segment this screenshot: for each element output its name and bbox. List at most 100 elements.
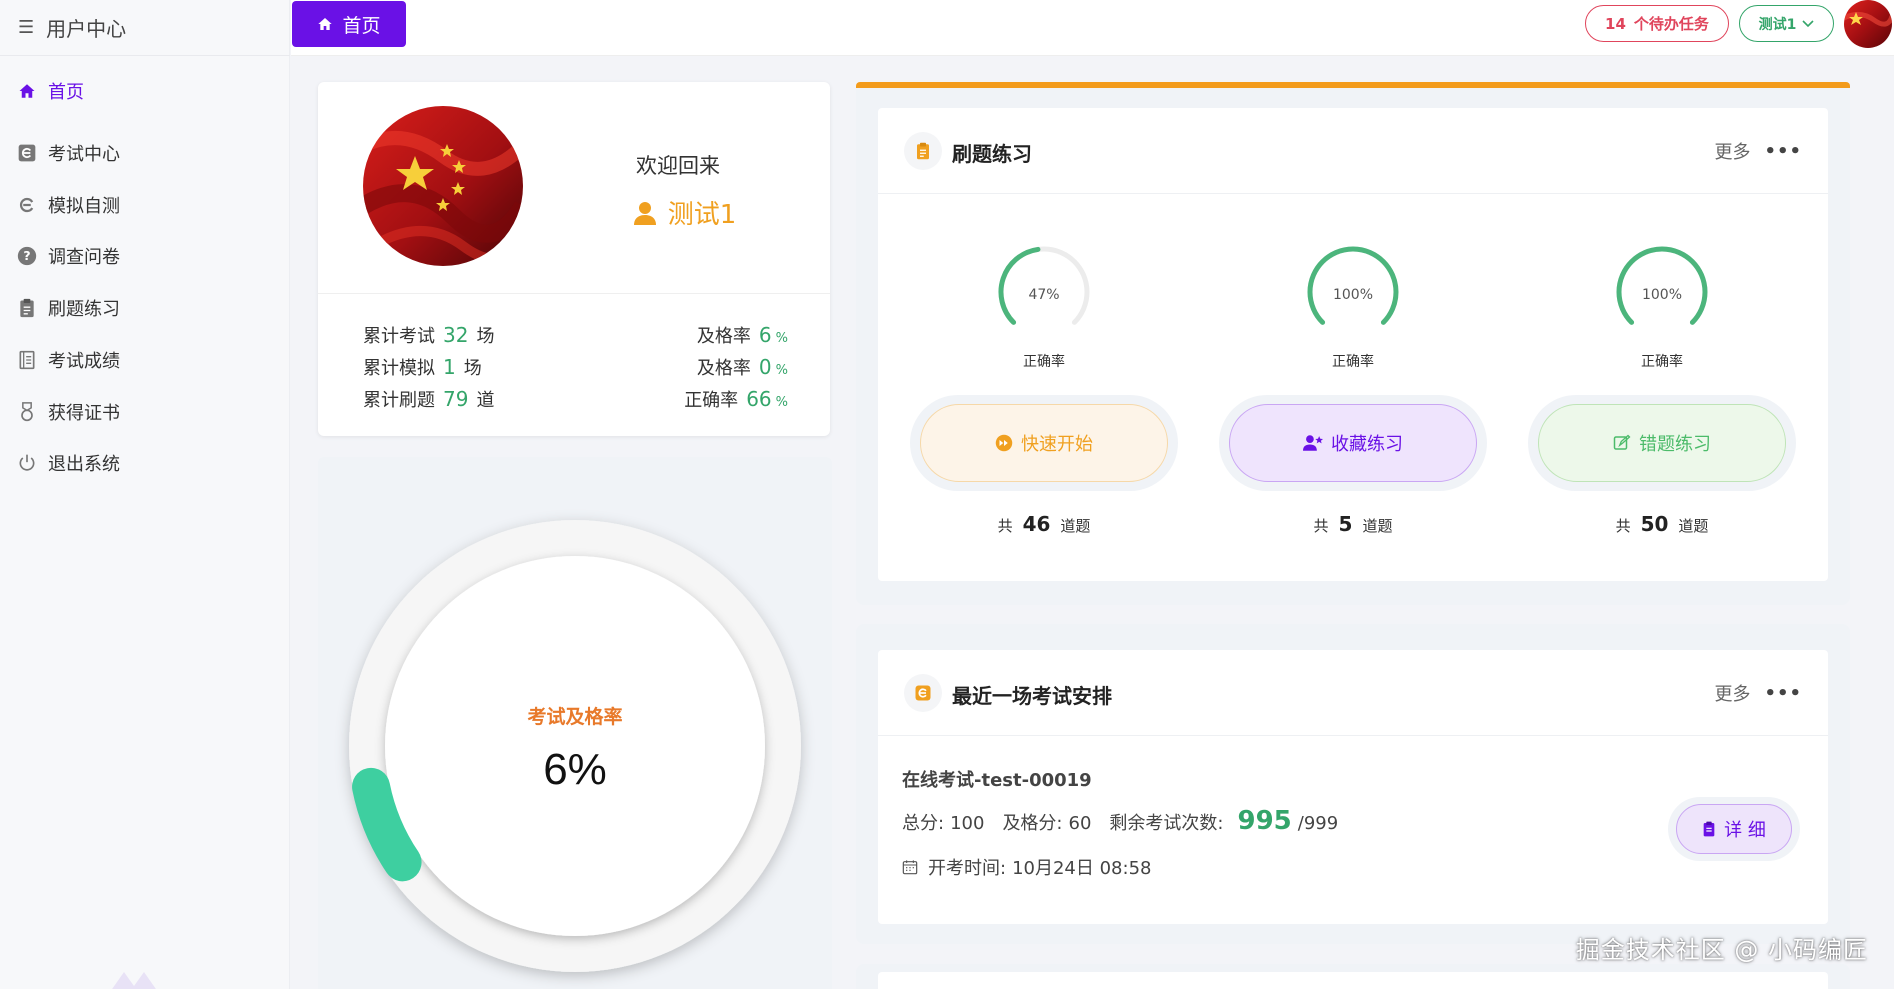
clipboard-icon — [1703, 821, 1715, 837]
correct-rate-gauge: 100% — [1307, 246, 1399, 325]
gauge-text: 100% — [1333, 287, 1373, 303]
exam-name: 在线考试-test-00019 — [902, 770, 1092, 791]
gauge-label: 正确率 — [1641, 354, 1683, 370]
user-dropdown[interactable]: 测试1 — [1739, 5, 1834, 42]
stat-label: 及格率 — [696, 358, 751, 379]
sidebar-item-home[interactable]: 首页 — [0, 71, 290, 111]
power-icon — [16, 452, 38, 474]
total-prefix: 共 — [1313, 517, 1329, 535]
clipboard-icon — [16, 297, 38, 319]
gauge-label: 正确率 — [1332, 354, 1374, 370]
watermark: 掘金技术社区 @ 小码编匠 — [1575, 936, 1868, 964]
sidebar: ☰ 用户中心 首页 考试中心 模拟自测 ? 调查问卷 刷题练习 考试成绩 获得证… — [0, 0, 290, 989]
pass-rate-title: 考试及格率 — [527, 706, 623, 728]
total-suffix: 道题 — [1362, 517, 1393, 535]
exam-card: 最近一场考试安排 更多 ••• 在线考试-test-00019 总分: 100 … — [878, 650, 1828, 924]
svg-text:?: ? — [23, 248, 30, 263]
medal-icon — [16, 401, 38, 423]
button-label: 错题练习 — [1639, 434, 1711, 455]
exam-header: 最近一场考试安排 更多 ••• — [878, 650, 1828, 736]
favorites-practice-button[interactable]: 收藏练习 — [1219, 395, 1487, 491]
exam-icon — [904, 674, 942, 712]
stat-label: 累计考试 — [363, 326, 435, 347]
sidebar-item-label: 考试成绩 — [48, 351, 120, 372]
stat-label: 累计刷题 — [363, 390, 435, 411]
time-value: 10月24日 08:58 — [1012, 858, 1152, 879]
stat-value: 79 — [443, 387, 469, 411]
stat-practice-row: 累计刷题 79 道 正确率 66% — [363, 386, 788, 411]
total-score: 100 — [950, 813, 985, 834]
exam-more-link[interactable]: 更多 ••• — [1714, 680, 1802, 706]
sidebar-header: ☰ 用户中心 — [0, 0, 290, 56]
stat-value: 66 — [746, 387, 772, 411]
wrong-answers-practice-button[interactable]: 错题练习 — [1528, 395, 1796, 491]
practice-card: 刷题练习 更多 ••• 47% 正确率 快速开始 共 46 道题 100% 正确率 … — [878, 108, 1828, 581]
tab-home-label: 首页 — [342, 15, 381, 37]
sidebar-item-survey[interactable]: ? 调查问卷 — [0, 236, 290, 276]
sidebar-item-label: 模拟自测 — [48, 196, 120, 217]
play-circle-icon — [995, 434, 1013, 452]
total-prefix: 共 — [997, 517, 1013, 535]
home-icon — [16, 80, 38, 102]
stat-unit: 道 — [476, 390, 495, 411]
stat-unit: 场 — [476, 326, 495, 347]
total-score-label: 总分: — [902, 813, 945, 834]
home-icon — [318, 18, 333, 30]
practice-title: 刷题练习 — [952, 142, 1032, 166]
question-icon: ? — [16, 245, 38, 267]
sidebar-item-practice[interactable]: 刷题练习 — [0, 288, 290, 328]
stat-value: 1 — [443, 355, 456, 379]
detail-label: 详 细 — [1724, 820, 1766, 841]
edit-box-icon — [1613, 434, 1631, 450]
todo-tasks-button[interactable]: 14 个待办任务 — [1585, 5, 1729, 42]
user-icon — [633, 201, 656, 225]
sidebar-item-label: 调查问卷 — [48, 247, 120, 268]
question-total: 共 5 道题 — [1253, 512, 1453, 536]
clipboard-icon — [904, 132, 942, 170]
total-value: 5 — [1338, 512, 1353, 536]
stat-exam-row: 累计考试 32 场 及格率 6% — [363, 322, 788, 347]
exam-center-icon — [16, 142, 38, 164]
remaining-label: 剩余考试次数: — [1109, 813, 1224, 834]
question-total: 共 46 道题 — [944, 512, 1144, 536]
gauge-text: 47% — [1028, 287, 1059, 303]
button-label: 收藏练习 — [1331, 434, 1403, 455]
more-label: 更多 — [1714, 684, 1751, 705]
practice-accent-bar — [856, 82, 1850, 88]
more-label: 更多 — [1714, 142, 1751, 163]
exam-detail-button[interactable]: 详 细 — [1668, 797, 1800, 861]
pass-rate-value: 6% — [543, 745, 607, 794]
stat-label: 及格率 — [696, 326, 751, 347]
sidebar-item-certificates[interactable]: 获得证书 — [0, 392, 290, 432]
stat-value: 6 — [758, 323, 772, 347]
stat-mock-row: 累计模拟 1 场 及格率 0% — [363, 354, 788, 379]
total-prefix: 共 — [1615, 517, 1631, 535]
calendar-icon — [902, 860, 918, 875]
header-avatar[interactable] — [1844, 0, 1892, 48]
divider — [318, 293, 830, 294]
stat-unit: % — [775, 331, 788, 346]
total-suffix: 道题 — [1678, 517, 1709, 535]
sidebar-item-label: 首页 — [48, 82, 84, 103]
sidebar-item-scores[interactable]: 考试成绩 — [0, 340, 290, 380]
todo-label: 个待办任务 — [1633, 15, 1709, 33]
sidebar-item-mock-test[interactable]: 模拟自测 — [0, 185, 290, 225]
sidebar-item-label: 获得证书 — [48, 403, 120, 424]
username-text: 测试1 — [667, 200, 737, 230]
todo-count: 14 — [1605, 14, 1626, 33]
quick-start-button[interactable]: 快速开始 — [910, 395, 1178, 491]
user-star-icon — [1303, 435, 1323, 451]
practice-more-link[interactable]: 更多 ••• — [1714, 138, 1802, 164]
sidebar-item-logout[interactable]: 退出系统 — [0, 443, 290, 483]
pass-rate-card: 考试及格率 6% — [318, 457, 832, 989]
chevron-down-icon — [1802, 19, 1814, 27]
tab-home[interactable]: 首页 — [292, 1, 406, 47]
profile-avatar — [363, 106, 523, 266]
exam-time: 开考时间: 10月24日 08:58 — [902, 854, 1151, 880]
menu-icon[interactable]: ☰ — [18, 17, 34, 38]
practice-header: 刷题练习 更多 ••• — [878, 108, 1828, 194]
remaining-value: 995 — [1237, 806, 1292, 836]
mock-test-icon — [16, 194, 38, 216]
sidebar-item-exam-center[interactable]: 考试中心 — [0, 133, 290, 173]
button-label: 快速开始 — [1021, 434, 1093, 455]
